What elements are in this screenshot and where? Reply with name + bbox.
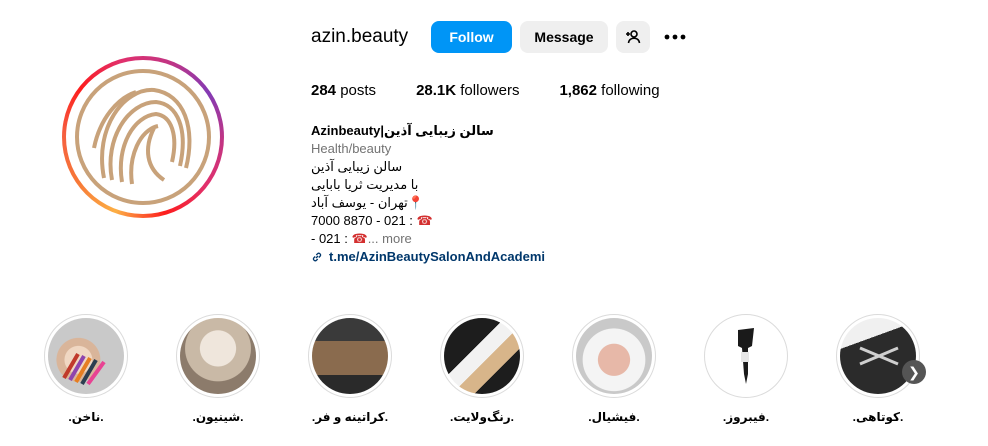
profile-full-name: Azinbeauty|سالن زیبایی آذین [311,123,494,138]
highlight-cover [576,318,652,394]
highlight-cover [840,318,916,394]
highlight-label: .شینیون. [192,410,244,424]
profile-avatar [70,64,216,210]
suggest-user-button[interactable] [616,21,650,53]
nail-polish-icon [62,352,106,386]
bio-address: تهران - یوسف آباد [311,195,408,210]
profile-avatar-frame [66,60,220,214]
link-icon [312,252,322,262]
highlight-item[interactable]: .کراتینه و فر. [308,314,392,424]
bio-external-link[interactable]: t.me/AzinBeautySalonAndAcademi [311,248,611,266]
highlight-label: .رنگ‌ولایت. [450,410,514,424]
pin-icon: 📍 [407,195,424,210]
highlight-cover [444,318,520,394]
bio-line-2: با مدیریت ثریا بابایی [311,177,419,192]
profile-bio: Azinbeauty|سالن زیبایی آذین Health/beaut… [311,122,611,266]
highlights-next-button[interactable]: ❯ [902,360,926,384]
highlight-cover [312,318,388,394]
highlight-label: .فیبروز. [722,410,770,424]
highlight-item[interactable]: .فیبروز. [704,314,788,424]
salon-logo-icon [75,69,211,205]
highlight-label: .ناخن. [68,410,104,424]
bio-line-1: سالن زیبایی آذین [311,159,403,174]
bio-line-3: تهران - یوسف آباد📍 [311,194,611,212]
chevron-right-icon: ❯ [908,363,920,380]
highlight-item[interactable]: .شینیون. [176,314,260,424]
telephone-icon: ☎ [351,231,368,246]
highlight-label: .کوتاهی. [852,410,904,424]
message-button[interactable]: Message [520,21,608,53]
bio-line-5: - 021 : ☎... more [311,230,611,248]
highlight-label: .فیشیال. [588,410,640,424]
more-dots-icon [664,34,686,40]
following-link[interactable]: 1,862 following [559,82,659,99]
highlight-cover [48,318,124,394]
profile-avatar-ring[interactable] [62,56,224,218]
followers-link[interactable]: 28.1K followers [416,82,519,99]
highlight-label: .کراتینه و فر. [311,410,389,424]
scissors-icon [859,346,899,366]
highlight-item[interactable]: .فیشیال. [572,314,656,424]
posts-count: 284 posts [311,82,377,99]
bio-link-text[interactable]: t.me/AzinBeautySalonAndAcademi [329,248,545,266]
profile-username: azin.beauty [311,26,409,47]
telephone-icon: ☎ [416,213,433,228]
fibroz-device-icon [738,328,754,384]
more-options-button[interactable] [660,21,690,53]
follow-button[interactable]: Follow [431,21,512,53]
highlight-cover [708,318,784,394]
highlight-cover [180,318,256,394]
bio-phone-2: - 021 : [311,231,348,246]
bio-phone-1: 7000 8870 - 021 : [311,213,413,228]
profile-stats: 284 posts 28.1K followers 1,862 followin… [311,82,700,99]
highlight-item[interactable]: .ناخن. [44,314,128,424]
bio-line-4: 7000 8870 - 021 : ☎ [311,212,611,230]
profile-category: Health/beauty [311,141,392,156]
bio-more-link[interactable]: ... more [368,231,412,246]
add-user-icon [626,30,641,44]
highlight-item[interactable]: .رنگ‌ولایت. [440,314,524,424]
